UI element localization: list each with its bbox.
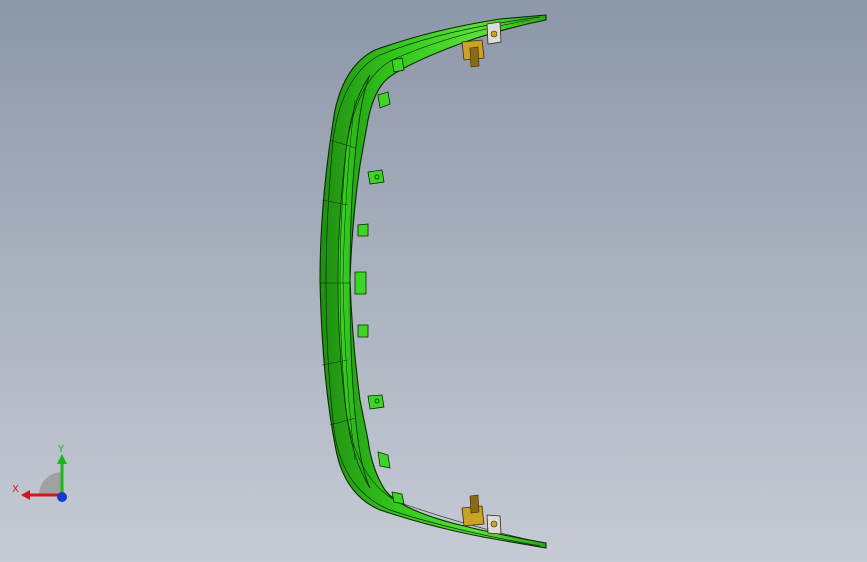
tab-5	[357, 324, 369, 338]
bumper-model[interactable]	[0, 0, 867, 562]
bumper-outer-shell[interactable]	[319, 14, 547, 549]
triad-y-arrowhead	[57, 454, 67, 464]
tab-6	[367, 394, 385, 410]
tab-4	[354, 271, 367, 295]
triad-y-label: Y	[57, 444, 65, 455]
triad-plane-quadrant	[39, 472, 62, 495]
tab-1	[377, 91, 391, 109]
tab-2	[367, 169, 385, 185]
orientation-triad: Y X	[12, 444, 67, 502]
triad-x-arrowhead	[21, 490, 30, 500]
tab-3	[357, 223, 369, 237]
tab-9	[391, 491, 405, 505]
tab-7	[377, 451, 391, 469]
tab-8	[391, 57, 405, 73]
triad-x-label: X	[12, 484, 19, 495]
triad-z-axis	[57, 492, 67, 502]
3d-viewport[interactable]: Y X	[0, 0, 867, 562]
